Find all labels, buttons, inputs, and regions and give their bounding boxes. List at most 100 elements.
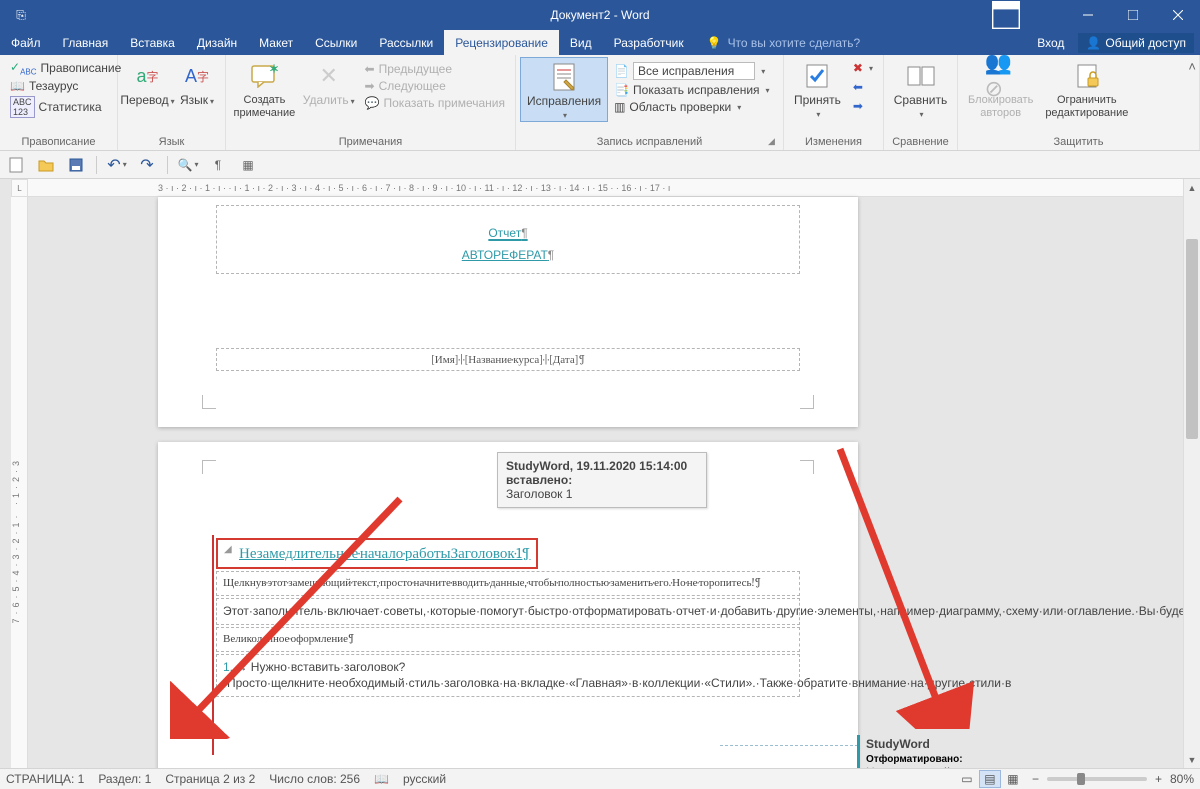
title-placeholder[interactable]: Отчет¶ АВТОРЕФЕРАТ¶ bbox=[216, 205, 800, 274]
language-button[interactable]: A字 Язык▾ bbox=[173, 57, 221, 108]
scroll-up-icon[interactable]: ▲ bbox=[1184, 179, 1200, 196]
body-paragraph[interactable]: Щелкнув·этот·замещающий·текст,·просто·на… bbox=[216, 571, 800, 596]
vertical-scrollbar[interactable]: ▲ ▼ bbox=[1183, 179, 1200, 768]
next-comment-button: ➡Следующее bbox=[362, 78, 508, 94]
print-preview-button[interactable]: 🔍▾ bbox=[178, 155, 198, 175]
autosave-icon[interactable]: ⎘ bbox=[8, 8, 34, 23]
open-button[interactable] bbox=[36, 155, 56, 175]
svg-text:✶: ✶ bbox=[269, 64, 278, 76]
tracking-dialog-launcher[interactable]: ◢ bbox=[768, 136, 780, 148]
vertical-ruler[interactable]: 7·6·5·4·3·2·1· ·1·2·3 bbox=[11, 197, 28, 768]
doc-subtitle[interactable]: АВТОРЕФЕРАТ¶ bbox=[217, 248, 799, 263]
collapse-ribbon-button[interactable]: ˄ bbox=[1188, 59, 1196, 74]
track-changes-button[interactable]: Исправления▾ bbox=[520, 57, 608, 122]
meta-placeholder[interactable]: [Имя]·|·[Название·курса]·|·[Дата]¶ bbox=[216, 348, 800, 371]
redo-button[interactable]: ↷ bbox=[137, 155, 157, 175]
print-layout-button[interactable]: ▤ bbox=[979, 770, 1001, 788]
tab-design[interactable]: Дизайн bbox=[186, 30, 248, 55]
toggle-marks-button[interactable]: ¶ bbox=[208, 155, 228, 175]
word-count-button[interactable]: ABC123Статистика bbox=[7, 95, 124, 119]
doc-title[interactable]: Отчет¶ bbox=[217, 214, 799, 244]
zoom-level[interactable]: 80% bbox=[1170, 772, 1194, 786]
inserted-text[interactable]: Заголовок·1¶ bbox=[451, 544, 531, 562]
pane-icon: ▥ bbox=[614, 100, 625, 114]
zoom-in-button[interactable]: + bbox=[1155, 772, 1162, 786]
tab-layout[interactable]: Макет bbox=[248, 30, 304, 55]
markup-display-icon: 📄 bbox=[614, 64, 629, 78]
prev-comment-label: Предыдущее bbox=[379, 62, 452, 76]
crop-mark-icon bbox=[202, 395, 216, 409]
status-section[interactable]: Раздел: 1 bbox=[98, 772, 151, 786]
change-bar[interactable] bbox=[212, 535, 214, 755]
ruler-corner[interactable]: L bbox=[11, 179, 28, 197]
next-change-button[interactable]: ➡ bbox=[850, 98, 876, 114]
page-1[interactable]: Отчет¶ АВТОРЕФЕРАТ¶ [Имя]·|·[Название·ку… bbox=[158, 197, 858, 427]
reject-button[interactable]: ✖▾ bbox=[850, 60, 876, 76]
tab-home[interactable]: Главная bbox=[52, 30, 120, 55]
revision-callout[interactable]: StudyWord Отформатировано: Нумерованный … bbox=[857, 735, 1017, 768]
scroll-down-icon[interactable]: ▼ bbox=[1184, 751, 1200, 768]
group-comments-label: Примечания bbox=[230, 134, 511, 150]
table-button[interactable]: ▦ bbox=[238, 155, 258, 175]
tab-insert[interactable]: Вставка bbox=[119, 30, 186, 55]
minimize-button[interactable] bbox=[1065, 0, 1110, 30]
tab-mailings[interactable]: Рассылки bbox=[368, 30, 444, 55]
view-buttons: ▭ ▤ ▦ bbox=[956, 770, 1024, 788]
tab-references[interactable]: Ссылки bbox=[304, 30, 368, 55]
save-button[interactable] bbox=[66, 155, 86, 175]
web-layout-button[interactable]: ▦ bbox=[1002, 770, 1024, 788]
maximize-button[interactable] bbox=[1110, 0, 1155, 30]
show-comments-button: 💬Показать примечания bbox=[362, 95, 508, 111]
body-paragraph[interactable]: Этот·заполнитель·включает·советы,·которы… bbox=[216, 598, 800, 625]
zoom-out-button[interactable]: − bbox=[1032, 772, 1039, 786]
tell-me-placeholder: Что вы хотите сделать? bbox=[728, 36, 861, 50]
callout-connector bbox=[720, 745, 858, 746]
revision-tooltip: StudyWord, 19.11.2020 15:14:00 вставлено… bbox=[497, 452, 707, 508]
new-doc-button[interactable] bbox=[6, 155, 26, 175]
zoom-slider[interactable] bbox=[1047, 777, 1147, 781]
titlebar: ⎘ Документ2 - Word bbox=[0, 0, 1200, 30]
spelling-button[interactable]: ✓ABCПравописание bbox=[7, 59, 124, 77]
window-title: Документ2 - Word bbox=[550, 8, 649, 22]
tab-view[interactable]: Вид bbox=[559, 30, 603, 55]
status-page-of[interactable]: Страница 2 из 2 bbox=[165, 772, 255, 786]
new-comment-button[interactable]: ✶ Создать примечание bbox=[230, 57, 299, 119]
undo-button[interactable]: ↶▾ bbox=[107, 155, 127, 175]
status-word-count[interactable]: Число слов: 256 bbox=[269, 772, 360, 786]
translate-button[interactable]: a字 Перевод▾ bbox=[122, 57, 173, 108]
tab-developer[interactable]: Разработчик bbox=[603, 30, 695, 55]
stats-label: Статистика bbox=[39, 100, 102, 114]
body-paragraph[interactable]: Великолепное·оформление¶ bbox=[216, 627, 800, 652]
prev-comment-button: ⬅Предыдущее bbox=[362, 61, 508, 77]
heading-text[interactable]: Незамедлительное·начало·работы bbox=[239, 544, 451, 562]
status-page[interactable]: СТРАНИЦА: 1 bbox=[6, 772, 84, 786]
show-markup-button[interactable]: 📑Показать исправления▾ bbox=[611, 82, 772, 98]
tab-file[interactable]: Файл bbox=[0, 30, 52, 55]
reviewing-pane-button[interactable]: ▥Область проверки▾ bbox=[611, 99, 772, 115]
group-compare-label: Сравнение bbox=[888, 134, 953, 150]
tab-review[interactable]: Рецензирование bbox=[444, 30, 559, 55]
zoom-knob[interactable] bbox=[1077, 773, 1085, 785]
collapse-heading-icon[interactable]: ◢ bbox=[224, 544, 232, 555]
delete-comment-button: ✕ Удалить▾ bbox=[299, 57, 359, 108]
ribbon-options-icon[interactable] bbox=[992, 0, 1020, 30]
accept-button[interactable]: Принять▾ bbox=[788, 57, 847, 120]
status-language[interactable]: русский bbox=[403, 772, 446, 786]
status-proofing-icon[interactable]: 📖 bbox=[374, 772, 389, 786]
compare-button[interactable]: Сравнить▾ bbox=[888, 57, 953, 120]
signin-link[interactable]: Вход bbox=[1029, 36, 1072, 50]
close-button[interactable] bbox=[1155, 0, 1200, 30]
body-paragraph[interactable]: 1. → Нужно·вставить·заголовок?·Просто·ще… bbox=[216, 654, 800, 698]
scroll-thumb[interactable] bbox=[1186, 239, 1198, 439]
tell-me-search[interactable]: 💡 Что вы хотите сделать? bbox=[695, 30, 861, 55]
restrict-editing-button[interactable]: Ограничить редактирование bbox=[1039, 57, 1134, 119]
display-for-review-dropdown[interactable]: 📄Все исправления▾ bbox=[611, 61, 772, 81]
thesaurus-button[interactable]: 📖Тезаурус bbox=[7, 78, 124, 94]
read-mode-button[interactable]: ▭ bbox=[956, 770, 978, 788]
delete-comment-icon: ✕ bbox=[313, 60, 345, 92]
tooltip-content: Заголовок 1 bbox=[506, 487, 572, 501]
prev-change-button[interactable]: ⬅ bbox=[850, 79, 876, 95]
share-button[interactable]: 👤 Общий доступ bbox=[1078, 33, 1194, 53]
horizontal-ruler[interactable]: 3 · ı · 2 · ı · 1 · ı · · ı · 1 · ı · 2 … bbox=[28, 179, 1183, 197]
next-icon: ➡ bbox=[365, 79, 375, 93]
